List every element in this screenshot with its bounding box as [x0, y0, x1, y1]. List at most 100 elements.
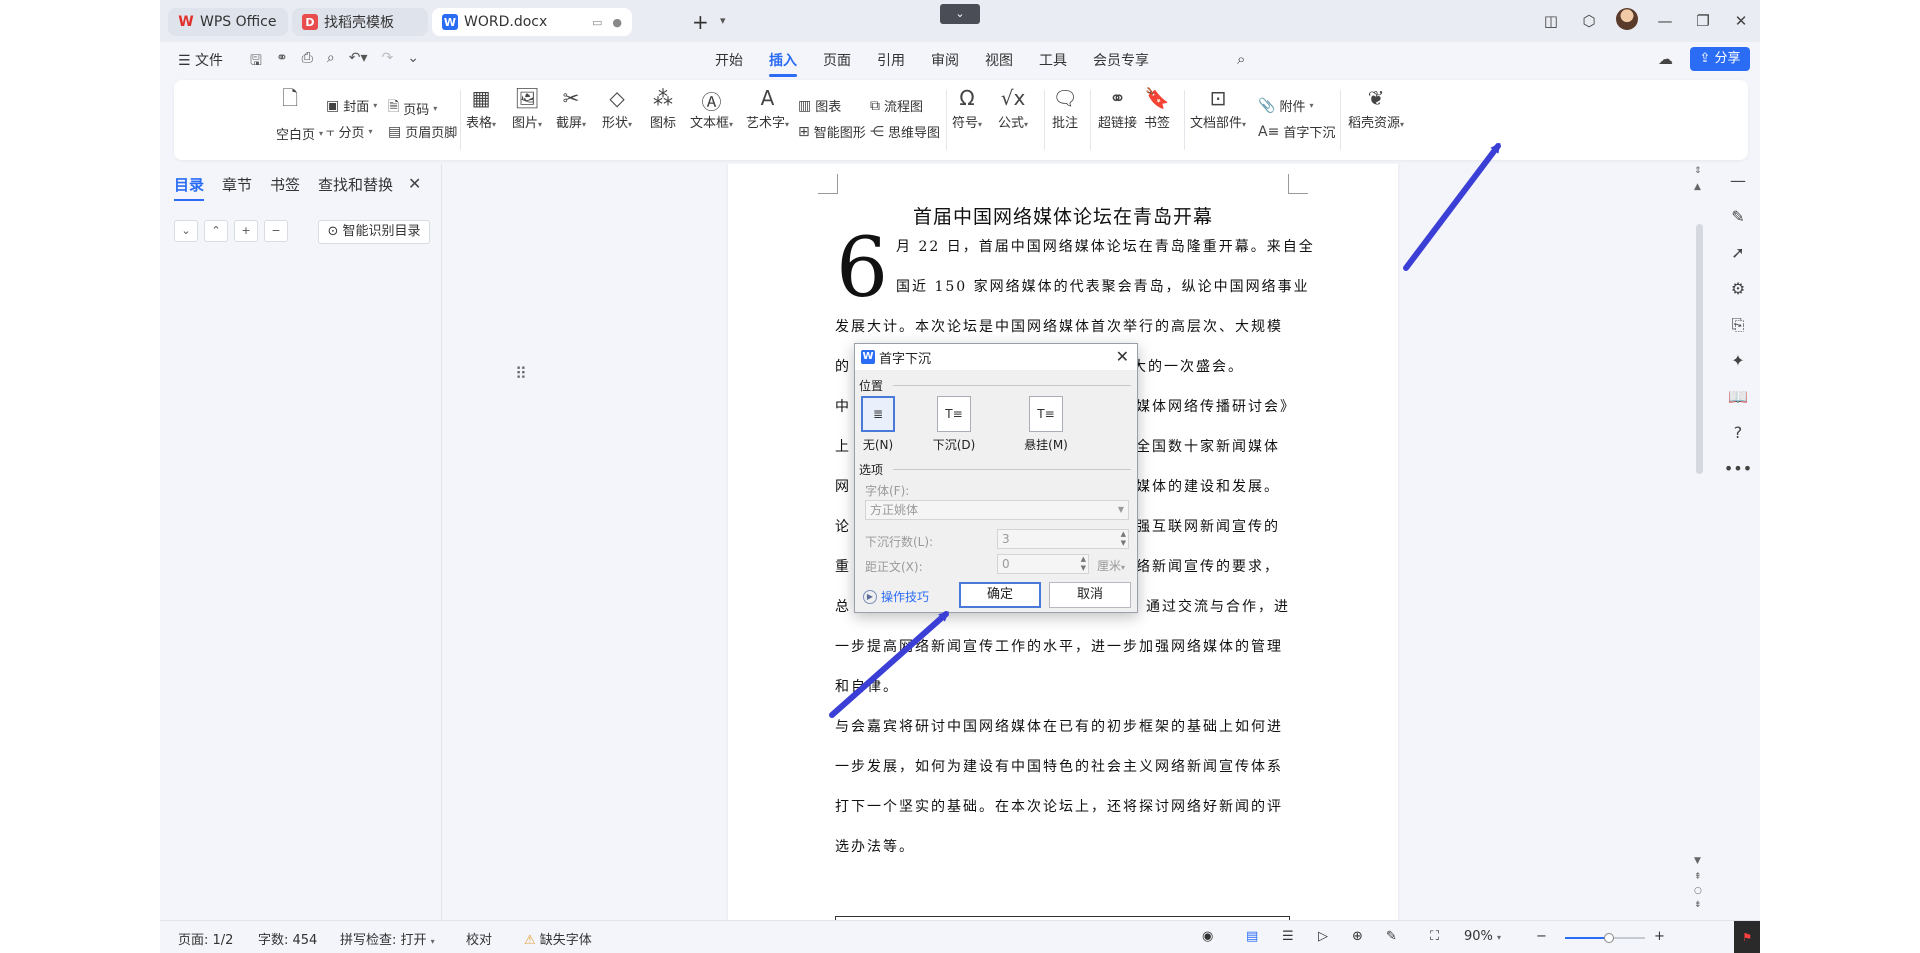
- page-view-icon[interactable]: ▤: [1246, 929, 1258, 944]
- document-title[interactable]: 首届中国网络媒体论坛在青岛开幕: [728, 202, 1398, 229]
- textbox-button[interactable]: Ⓐ 文本框▾: [690, 86, 733, 131]
- menu-member[interactable]: 会员专享: [1093, 50, 1149, 70]
- pen-icon[interactable]: ✎: [1731, 207, 1744, 229]
- next-page-icon[interactable]: ⇟: [1694, 900, 1702, 910]
- more-icon[interactable]: •••: [1724, 459, 1752, 481]
- doc-line[interactable]: 络新闻宣传的要求，: [1136, 556, 1280, 576]
- proofread[interactable]: 校对: [466, 929, 492, 948]
- web-view-icon[interactable]: ⊕: [1352, 929, 1363, 944]
- scrollbar-thumb[interactable]: [1696, 224, 1703, 474]
- formula-button[interactable]: √x 公式▾: [998, 86, 1028, 131]
- nav-tab-sections[interactable]: 章节: [222, 174, 252, 201]
- doc-line[interactable]: 通过交流与合作，进: [1146, 596, 1290, 616]
- drop-lines-stepper[interactable]: 3 ▲ ▼: [997, 529, 1129, 549]
- menu-page[interactable]: 页面: [823, 50, 851, 70]
- write-mode-icon[interactable]: ✎: [1386, 929, 1397, 944]
- new-tab-plus-icon[interactable]: +: [692, 10, 709, 34]
- cancel-button[interactable]: 取消: [1049, 582, 1131, 608]
- header-footer-button[interactable]: ▤ 页眉页脚: [388, 122, 457, 142]
- fit-page-icon[interactable]: ⛶: [1430, 929, 1439, 944]
- docer-resources-button[interactable]: ❦ 稻壳资源▾: [1348, 86, 1404, 131]
- table-button[interactable]: ▦ 表格▾: [466, 86, 496, 131]
- share-button[interactable]: ⇪ 分享: [1690, 47, 1750, 71]
- restore-icon[interactable]: ❐: [1684, 12, 1722, 30]
- vertical-scrollbar[interactable]: ⇕ ▲ ▼ ⇞ ○ ⇟: [1690, 164, 1710, 920]
- smart-shape-button[interactable]: ⊞ 智能图形: [798, 122, 866, 142]
- doc-line[interactable]: 打下一个坚实的基础。在本次论坛上，还将探讨网络好新闻的评: [835, 796, 1283, 816]
- dialog-title-bar[interactable]: W 首字下沉: [855, 344, 1137, 370]
- font-select[interactable]: 方正姚体 ▼: [865, 500, 1129, 520]
- doc-line[interactable]: 总: [835, 596, 851, 616]
- collapse-dash-icon[interactable]: —: [1730, 171, 1746, 193]
- doc-line[interactable]: 网: [835, 476, 851, 496]
- zoom-level[interactable]: 90% ▾: [1464, 929, 1501, 944]
- spinner-arrows-icon[interactable]: ▲ ▼: [1121, 530, 1126, 548]
- chevron-down-icon[interactable]: ▾: [720, 14, 726, 27]
- scroll-up-icon[interactable]: ▲: [1694, 182, 1701, 192]
- missing-font[interactable]: ⚠ 缺失字体: [524, 929, 592, 948]
- close-icon[interactable]: ✕: [1722, 12, 1760, 30]
- cube-icon[interactable]: ⬡: [1570, 12, 1608, 30]
- prev-page-icon[interactable]: ⇞: [1694, 872, 1702, 882]
- drop-cap-letter[interactable]: 6: [836, 224, 888, 314]
- doc-parts-button[interactable]: ⊡ 文档部件▾: [1190, 86, 1246, 131]
- doc-line[interactable]: 国近 150 家网络媒体的代表聚会青岛，纵论中国网络事业: [896, 276, 1310, 296]
- collapse-chevron-icon[interactable]: ⌃: [204, 220, 228, 242]
- screenshot-button[interactable]: ✂ 截屏▾: [556, 86, 586, 131]
- file-menu-button[interactable]: ☰ 文件: [178, 50, 223, 70]
- collapse-toolbar-chevron-icon[interactable]: ⌄: [940, 4, 980, 24]
- remove-icon[interactable]: −: [264, 220, 288, 242]
- select-browse-icon[interactable]: ○: [1694, 886, 1702, 896]
- nav-tab-bookmarks[interactable]: 书签: [270, 174, 300, 201]
- page-number-button[interactable]: 🗎 页码 ▾: [388, 96, 437, 120]
- zoom-out-icon[interactable]: −: [1536, 929, 1547, 944]
- menu-tools[interactable]: 工具: [1039, 50, 1067, 70]
- spell-check[interactable]: 拼写检查: 打开 ▾: [340, 929, 435, 948]
- doc-line[interactable]: 论: [835, 516, 851, 536]
- dot-icon[interactable]: ●: [612, 16, 622, 29]
- word-count[interactable]: 字数: 454: [258, 929, 317, 948]
- avatar[interactable]: [1608, 8, 1646, 34]
- redo-icon[interactable]: ↷: [381, 50, 393, 74]
- bookmark-button[interactable]: 🔖 书签: [1144, 86, 1170, 131]
- add-icon[interactable]: +: [234, 220, 258, 242]
- monitor-icon[interactable]: ▭: [592, 16, 602, 29]
- drop-cap-option-none[interactable]: ≣ 无(N): [843, 396, 913, 453]
- flowchart-button[interactable]: ⧉ 流程图: [870, 96, 923, 116]
- menu-home[interactable]: 开始: [715, 50, 743, 70]
- doc-line[interactable]: 和自律。: [835, 676, 899, 696]
- zoom-slider-knob[interactable]: [1604, 933, 1614, 943]
- menu-review[interactable]: 审阅: [931, 50, 959, 70]
- drag-handle-icon[interactable]: ⠿: [515, 364, 527, 383]
- layout-icon[interactable]: ◫: [1532, 12, 1570, 30]
- symbol-button[interactable]: Ω 符号▾: [952, 86, 982, 131]
- doc-line[interactable]: 月 22 日，首届中国网络媒体论坛在青岛隆重开幕。来自全: [896, 236, 1315, 256]
- tab-word-docx[interactable]: W WORD.docx ▭ ●: [432, 8, 632, 36]
- print-preview-icon[interactable]: ⌕: [327, 50, 335, 74]
- sliders-icon[interactable]: ⚙: [1731, 279, 1745, 301]
- print-icon[interactable]: ⎙: [302, 50, 313, 74]
- outline-view-icon[interactable]: ☰: [1282, 929, 1294, 944]
- comment-button[interactable]: 🗨 批注: [1052, 86, 1078, 131]
- doc-line[interactable]: 一步提高网络新闻宣传工作的水平，进一步加强网络媒体的管理: [835, 636, 1283, 656]
- cover-button[interactable]: ▣ 封面 ▾: [326, 96, 377, 116]
- tips-link[interactable]: ▶ 操作技巧: [863, 588, 929, 605]
- cloud-sync-icon[interactable]: ☁: [1658, 50, 1673, 68]
- blank-page-button[interactable]: 空白页 ▾: [276, 124, 323, 143]
- tab-template[interactable]: D 找稻壳模板: [292, 8, 428, 36]
- link-icon[interactable]: ⚭: [276, 50, 288, 74]
- record-icon[interactable]: ⚑: [1734, 921, 1760, 953]
- eye-icon[interactable]: ◉: [1202, 929, 1213, 944]
- drop-cap-option-margin[interactable]: T≡ 悬挂(M): [1011, 396, 1081, 453]
- doc-line[interactable]: 强互联网新闻宣传的: [1136, 516, 1280, 536]
- doc-line[interactable]: 重: [835, 556, 851, 576]
- read-mode-icon[interactable]: 📖: [1728, 387, 1748, 409]
- doc-line[interactable]: 全国数十家新闻媒体: [1136, 436, 1280, 456]
- doc-line[interactable]: 选办法等。: [835, 836, 915, 856]
- hyperlink-button[interactable]: ⚭ 超链接: [1098, 86, 1137, 131]
- shape-button[interactable]: ◇ 形状▾: [602, 86, 632, 131]
- nav-tab-toc[interactable]: 目录: [174, 174, 205, 201]
- page-indicator[interactable]: 页面: 1/2: [178, 929, 233, 948]
- doc-line[interactable]: 的: [835, 356, 851, 376]
- drop-cap-option-dropped[interactable]: T≡ 下沉(D): [919, 396, 989, 453]
